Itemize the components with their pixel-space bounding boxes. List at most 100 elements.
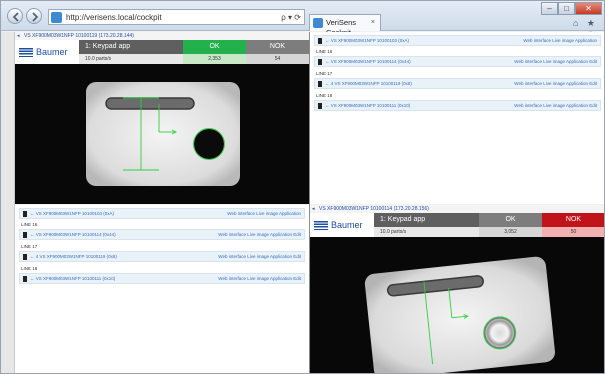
device-link[interactable]: ← VS XF900M03W1NFP 10100114 (0x44) [30, 230, 116, 240]
nok-counter: NOK 54 [246, 40, 309, 64]
window-controls: – □ ✕ [541, 2, 603, 16]
device-link[interactable]: ← VS XF900M03W1NFP 10100103 (0xA) [30, 209, 114, 219]
ok-count: 2,353 [183, 54, 246, 64]
list-item[interactable]: ← VS XF900M03W1NFP 10100111 (0x10) Web i… [19, 273, 305, 284]
maximize-button[interactable]: □ [558, 2, 575, 15]
browser-chrome: http://verisens.local/cockpit ρ ▾ ⟳ Veri… [1, 1, 604, 40]
line-label: LINE 17 [21, 244, 38, 249]
brand-word: Baumer [331, 220, 363, 230]
inspection-image [364, 256, 555, 373]
camera-live-image[interactable] [15, 64, 309, 204]
tab-verisens-cockpit[interactable]: VeriSens Cockpit × [309, 14, 381, 37]
camera-title-bar: ◂ VS XF900M03W1NFP 10100114 (173.20.28.1… [310, 205, 604, 213]
brand-word: Baumer [36, 47, 68, 57]
device-link[interactable]: ← VS XF900M03W1NFP 10100111 (0x10) [30, 274, 115, 284]
list-item[interactable]: ← 4 VS XF900M03W1NFP 10100119 (0x8) Web … [314, 78, 601, 89]
device-list-bottom: ← VS XF900M03W1NFP 10100103 (0xA) Web in… [15, 205, 309, 373]
app-name-cell: 1: Keypad app 10.0 parts/s [374, 213, 479, 237]
device-icon [23, 232, 27, 238]
arrow-right-icon [32, 12, 39, 22]
ok-count: 3,052 [479, 227, 542, 237]
nok-counter: NOK 50 [542, 213, 604, 237]
back-arrow-icon[interactable]: ◂ [17, 32, 20, 40]
list-item[interactable]: ← VS XF900M03W1NFP 10100103 (0xA) Web in… [19, 208, 305, 219]
device-actions[interactable]: Web interface Live image Application Edi… [514, 101, 597, 111]
device-actions[interactable]: Web interface Live image Application Edi… [514, 57, 597, 67]
line-label: LINE 18 [21, 266, 38, 271]
app-name: 1: Keypad app [79, 40, 183, 54]
nok-label: NOK [542, 213, 604, 227]
app-status: 10.0 parts/s [374, 227, 479, 237]
device-icon [318, 103, 322, 109]
close-button[interactable]: ✕ [575, 2, 602, 15]
nok-label: NOK [246, 40, 309, 54]
baumer-logo-icon [19, 48, 33, 57]
device-icon [23, 211, 27, 217]
address-url[interactable]: http://verisens.local/cockpit [66, 12, 162, 23]
app-status: 10.0 parts/s [79, 54, 183, 64]
tab-favicon-icon [313, 18, 323, 28]
camera-title-bar: ◂ VS XF900M03W1NFP 10100119 (173.20.28.1… [15, 32, 309, 40]
device-actions[interactable]: Web interface Live image Application Edi… [218, 252, 301, 262]
line-label: LINE 16 [21, 222, 38, 227]
device-link[interactable]: ← VS XF900M03W1NFP 10100114 (0x44) [325, 57, 411, 67]
device-icon [318, 38, 322, 44]
device-link[interactable]: ← 4 VS XF900M03W1NFP 10100119 (0x8) [325, 79, 412, 89]
line-label: LINE 18 [316, 93, 333, 98]
camera-panel-top: ◂ VS XF900M03W1NFP 10100119 (173.20.28.1… [15, 32, 309, 204]
minimize-button[interactable]: – [541, 2, 558, 15]
camera-live-image[interactable] [310, 237, 604, 373]
left-sidebar-strip [1, 32, 15, 373]
device-icon [23, 254, 27, 260]
tab-close-icon[interactable]: × [371, 18, 375, 28]
ok-counter: OK 3,052 [479, 213, 542, 237]
device-actions[interactable]: Web interface Live image Application Edi… [218, 274, 301, 284]
line-label: LINE 16 [316, 49, 333, 54]
camera-title[interactable]: VS XF900M03W1NFP 10100114 (173.20.28.156… [319, 206, 429, 212]
back-arrow-icon[interactable]: ◂ [312, 205, 315, 213]
inspection-image [86, 82, 240, 186]
device-actions[interactable]: Web interface Live image Application Edi… [514, 79, 597, 89]
toolbar-icons[interactable]: ⌂ ★ ⚙ [558, 17, 598, 40]
camera-title[interactable]: VS XF900M03W1NFP 10100119 (173.20.28.144… [24, 33, 134, 39]
keypad-hole [194, 129, 224, 159]
browser-window: http://verisens.local/cockpit ρ ▾ ⟳ Veri… [0, 0, 605, 374]
nok-count: 50 [542, 227, 604, 237]
device-actions[interactable]: Web interface Live image Application Edi… [218, 230, 301, 240]
camera-panel-bottom: ◂ VS XF900M03W1NFP 10100114 (173.20.28.1… [310, 205, 604, 373]
ok-label: OK [479, 213, 542, 227]
ok-label: OK [183, 40, 246, 54]
address-controls[interactable]: ρ ▾ ⟳ [281, 12, 301, 23]
forward-button[interactable] [26, 8, 42, 24]
app-name-cell: 1: Keypad app 10.0 parts/s [79, 40, 183, 64]
baumer-logo: Baumer [314, 219, 372, 232]
keypad-slot [105, 97, 195, 110]
device-icon [23, 276, 27, 282]
device-icon [318, 59, 322, 65]
nok-count: 54 [246, 54, 309, 64]
arrow-left-icon [12, 12, 19, 22]
baumer-logo: Baumer [19, 46, 77, 59]
list-item[interactable]: ← VS XF900M03W1NFP 10100111 (0x10) Web i… [314, 100, 601, 111]
device-actions[interactable]: Web interface Live image Application [523, 36, 597, 46]
list-item[interactable]: ← VS XF900M03W1NFP 10100114 (0x44) Web i… [314, 56, 601, 67]
device-link[interactable]: ← VS XF900M03W1NFP 10100111 (0x10) [325, 101, 410, 111]
ok-counter: OK 2,353 [183, 40, 246, 64]
camera-header: Baumer 1: Keypad app 10.0 parts/s OK 3,0… [310, 213, 604, 237]
list-item[interactable]: ← VS XF900M03W1NFP 10100114 (0x44) Web i… [19, 229, 305, 240]
keypad-plate [364, 256, 555, 373]
device-link[interactable]: ← VS XF900M03W1NFP 10100103 (0xA) [325, 36, 409, 46]
baumer-logo-icon [314, 221, 328, 230]
app-name: 1: Keypad app [374, 213, 479, 227]
line-label: LINE 17 [316, 71, 333, 76]
list-item[interactable]: ← 4 VS XF900M03W1NFP 10100119 (0x8) Web … [19, 251, 305, 262]
list-item[interactable]: ← VS XF900M03W1NFP 10100103 (0xA) Web in… [314, 35, 601, 46]
device-link[interactable]: ← 4 VS XF900M03W1NFP 10100119 (0x8) [30, 252, 117, 262]
device-actions[interactable]: Web interface Live image Application [227, 209, 301, 219]
address-bar[interactable]: http://verisens.local/cockpit ρ ▾ ⟳ [48, 9, 305, 25]
camera-header: Baumer 1: Keypad app 10.0 parts/s OK 2,3… [15, 40, 309, 64]
back-button[interactable] [7, 8, 23, 24]
device-icon [318, 81, 322, 87]
site-favicon-icon [51, 12, 62, 23]
device-list-top: ← VS XF900M03W1NFP 10100103 (0xA) Web in… [310, 32, 604, 204]
